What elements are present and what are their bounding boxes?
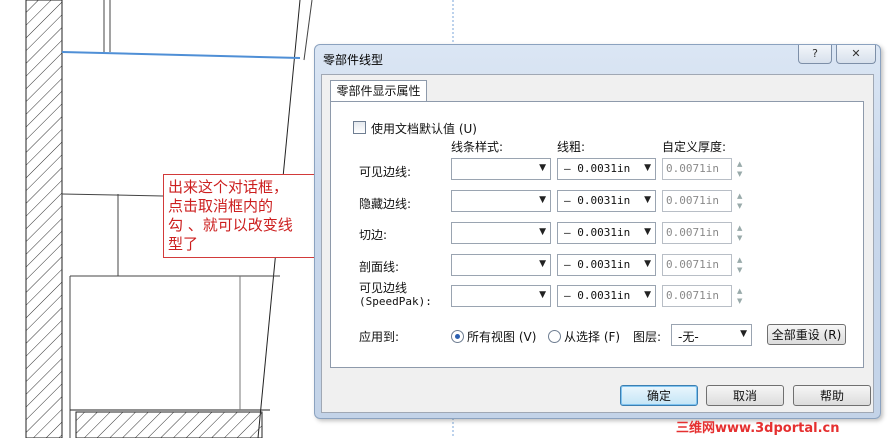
chevron-down-icon: ▼ bbox=[539, 227, 546, 237]
row-label-tangent-edges: 切边: bbox=[359, 228, 388, 242]
spin-up-icon: ▲ bbox=[737, 224, 743, 232]
dialog-title: 零部件线型 bbox=[323, 53, 384, 67]
chevron-down-icon: ▼ bbox=[644, 259, 651, 269]
line-width-select-visible-edges[interactable]: — 0.0031in ▼ bbox=[557, 158, 656, 180]
use-document-default-label: 使用文档默认值 (U) bbox=[371, 122, 477, 136]
thickness-spinner-visible-edges[interactable]: ▲ ▼ bbox=[735, 158, 747, 180]
apply-to-label: 应用到: bbox=[359, 330, 400, 344]
line-width-select-tangent-edges[interactable]: — 0.0031in ▼ bbox=[557, 222, 656, 244]
annotation-callout: 出来这个对话框， 点击取消框内的 勾 、就可以改变线 型了 bbox=[163, 174, 315, 258]
chevron-down-icon: ▼ bbox=[539, 163, 546, 173]
line-style-select-speedpak[interactable]: ▼ bbox=[451, 285, 551, 307]
dialog-client-area: 零部件显示属性 使用文档默认值 (U) 线条样式: 线粗: 自定义厚度: 可见边… bbox=[321, 74, 874, 413]
chevron-down-icon: ▼ bbox=[644, 195, 651, 205]
spin-up-icon: ▲ bbox=[737, 256, 743, 264]
spin-down-icon: ▼ bbox=[737, 297, 743, 305]
annotation-line-2: 点击取消框内的 bbox=[168, 197, 274, 215]
thickness-spinner-speedpak[interactable]: ▲ ▼ bbox=[735, 285, 747, 307]
tab-component-display-properties[interactable]: 零部件显示属性 bbox=[330, 80, 427, 102]
thickness-value: 0.0071in bbox=[666, 226, 719, 239]
radio-from-selection-label[interactable]: 从选择 (F) bbox=[564, 328, 620, 345]
chevron-down-icon: ▼ bbox=[644, 227, 651, 237]
spin-down-icon: ▼ bbox=[737, 170, 743, 178]
chevron-down-icon: ▼ bbox=[539, 290, 546, 300]
help-button[interactable]: 帮助 bbox=[793, 385, 871, 406]
blue-edge-line bbox=[61, 51, 301, 59]
annotation-line-1: 出来这个对话框， bbox=[168, 178, 289, 196]
line-width-value: — 0.0031in bbox=[564, 194, 631, 207]
cancel-button[interactable]: 取消 bbox=[706, 385, 784, 406]
row-label-visible-edges-speedpak: 可见边线 (SpeedPak): bbox=[359, 281, 432, 309]
reset-all-button[interactable]: 全部重设 (R) bbox=[767, 324, 846, 345]
header-line-style: 线条样式: bbox=[451, 140, 504, 154]
row-label-line-2: (SpeedPak): bbox=[359, 295, 432, 308]
header-line-width: 线粗: bbox=[557, 140, 586, 154]
annotation-line-3: 勾 、就可以改变线 bbox=[168, 216, 293, 234]
chevron-down-icon: ▼ bbox=[644, 290, 651, 300]
layer-label: 图层: bbox=[633, 330, 662, 344]
spin-down-icon: ▼ bbox=[737, 234, 743, 242]
spin-up-icon: ▲ bbox=[737, 160, 743, 168]
radio-all-views-label[interactable]: 所有视图 (V) bbox=[467, 328, 536, 345]
line-style-select-hidden-edges[interactable]: ▼ bbox=[451, 190, 551, 212]
ok-button[interactable]: 确定 bbox=[620, 385, 698, 406]
spin-up-icon: ▲ bbox=[737, 287, 743, 295]
tab-panel: 使用文档默认值 (U) 线条样式: 线粗: 自定义厚度: 可见边线: ▼ — 0… bbox=[330, 101, 864, 368]
thickness-spinner-hidden-edges[interactable]: ▲ ▼ bbox=[735, 190, 747, 212]
thickness-value: 0.0071in bbox=[666, 289, 719, 302]
radio-from-selection[interactable] bbox=[548, 330, 561, 343]
line-width-value: — 0.0031in bbox=[564, 289, 631, 302]
spin-down-icon: ▼ bbox=[737, 202, 743, 210]
spin-up-icon: ▲ bbox=[737, 192, 743, 200]
thickness-input-hidden-edges[interactable]: 0.0071in bbox=[662, 190, 732, 212]
line-width-select-hidden-edges[interactable]: — 0.0031in ▼ bbox=[557, 190, 656, 212]
line-width-value: — 0.0031in bbox=[564, 162, 631, 175]
thickness-spinner-tangent-edges[interactable]: ▲ ▼ bbox=[735, 222, 747, 244]
thickness-spinner-section-lines[interactable]: ▲ ▼ bbox=[735, 254, 747, 276]
layer-select[interactable]: -无- ▼ bbox=[671, 324, 752, 346]
thickness-value: 0.0071in bbox=[666, 258, 719, 271]
chevron-down-icon: ▼ bbox=[644, 163, 651, 173]
annotation-line-4: 型了 bbox=[168, 235, 199, 253]
thickness-input-speedpak[interactable]: 0.0071in bbox=[662, 285, 732, 307]
line-width-select-speedpak[interactable]: — 0.0031in ▼ bbox=[557, 285, 656, 307]
header-custom-thickness: 自定义厚度: bbox=[662, 140, 727, 154]
use-document-default-checkbox[interactable] bbox=[353, 121, 366, 134]
help-title-button[interactable]: ? bbox=[798, 45, 832, 64]
chevron-down-icon: ▼ bbox=[539, 259, 546, 269]
thickness-value: 0.0071in bbox=[666, 194, 719, 207]
line-style-select-section-lines[interactable]: ▼ bbox=[451, 254, 551, 276]
thickness-value: 0.0071in bbox=[666, 162, 719, 175]
line-style-select-visible-edges[interactable]: ▼ bbox=[451, 158, 551, 180]
row-label-line-1: 可见边线 bbox=[359, 281, 408, 295]
chevron-down-icon: ▼ bbox=[539, 195, 546, 205]
watermark-text: 三维网www.3dportal.cn bbox=[676, 421, 840, 436]
thickness-input-visible-edges[interactable]: 0.0071in bbox=[662, 158, 732, 180]
line-width-value: — 0.0031in bbox=[564, 226, 631, 239]
line-style-select-tangent-edges[interactable]: ▼ bbox=[451, 222, 551, 244]
row-label-section-lines: 剖面线: bbox=[359, 260, 400, 274]
close-button[interactable]: ✕ bbox=[836, 45, 876, 64]
layer-value: -无- bbox=[678, 330, 699, 344]
component-line-font-dialog: 零部件线型 ? ✕ 零部件显示属性 使用文档默认值 (U) 线条样式: 线粗: … bbox=[314, 44, 881, 419]
radio-all-views[interactable] bbox=[451, 330, 464, 343]
line-width-value: — 0.0031in bbox=[564, 258, 631, 271]
hatched-wall bbox=[25, 0, 63, 438]
chevron-down-icon: ▼ bbox=[740, 329, 747, 339]
row-label-visible-edges: 可见边线: bbox=[359, 165, 412, 179]
spin-down-icon: ▼ bbox=[737, 266, 743, 274]
line-width-select-section-lines[interactable]: — 0.0031in ▼ bbox=[557, 254, 656, 276]
row-label-hidden-edges: 隐藏边线: bbox=[359, 197, 412, 211]
thickness-input-tangent-edges[interactable]: 0.0071in bbox=[662, 222, 732, 244]
thickness-input-section-lines[interactable]: 0.0071in bbox=[662, 254, 732, 276]
